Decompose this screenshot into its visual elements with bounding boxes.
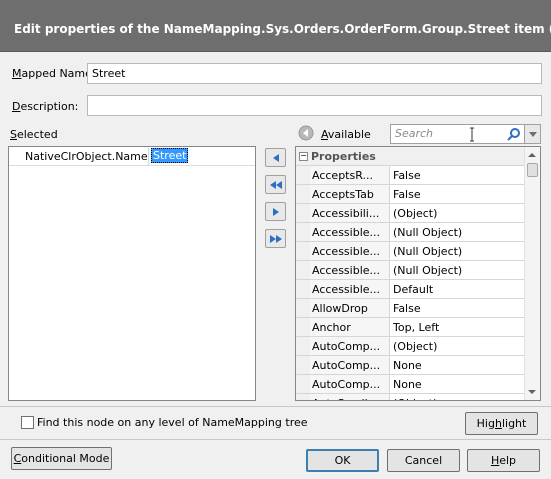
property-value: (Null Object) xyxy=(393,226,463,239)
mapped-name-label: Mapped Name: xyxy=(12,67,96,80)
find-node-label: Find this node on any level of NameMappi… xyxy=(37,416,308,429)
property-name: Accessible... xyxy=(310,280,390,298)
double-arrow-left-icon xyxy=(269,180,282,189)
available-properties-grid[interactable]: − Properties AcceptsR... False AcceptsTab F… xyxy=(295,146,541,401)
selected-row[interactable]: NativeClrObject.Name Street xyxy=(9,147,255,166)
selected-row-name: NativeClrObject.Name xyxy=(9,147,149,165)
row-gutter xyxy=(296,394,310,400)
property-value: (Object) xyxy=(390,394,525,400)
selected-list[interactable]: NativeClrObject.Name Street xyxy=(8,146,256,401)
property-name: AcceptsTab xyxy=(310,185,390,203)
property-value: False xyxy=(393,302,421,315)
property-value: Top, Left xyxy=(393,321,440,334)
property-row[interactable]: AutoComp... (Object) xyxy=(296,337,525,356)
cancel-button[interactable]: Cancel xyxy=(387,449,460,472)
move-all-right-button[interactable] xyxy=(265,229,286,248)
collapse-icon[interactable]: − xyxy=(299,151,308,161)
property-row[interactable]: Accessibili... (Object) xyxy=(296,204,525,223)
property-value: (Object) xyxy=(393,207,438,220)
row-gutter xyxy=(296,242,310,260)
row-gutter xyxy=(296,223,310,241)
dialog-title: Edit properties of the NameMapping.Sys.O… xyxy=(0,0,551,52)
help-button[interactable]: Help xyxy=(467,449,540,472)
available-label: Available xyxy=(321,128,371,141)
search-input[interactable]: Search xyxy=(390,124,525,144)
property-row[interactable]: AcceptsTab False xyxy=(296,185,525,204)
move-right-button[interactable] xyxy=(265,202,286,221)
row-gutter xyxy=(296,185,310,203)
property-row[interactable]: AutoScroll(Object) xyxy=(296,394,525,400)
property-name: AcceptsR... xyxy=(310,166,390,184)
property-value: (Object) xyxy=(393,340,438,353)
separator xyxy=(0,439,551,440)
property-name: AllowDrop xyxy=(310,299,390,317)
scroll-up-icon[interactable] xyxy=(528,153,536,157)
row-gutter xyxy=(296,166,310,184)
selected-label: Selected xyxy=(10,128,58,141)
back-icon[interactable] xyxy=(298,125,314,141)
property-name: AutoComp... xyxy=(310,375,390,393)
row-gutter xyxy=(296,261,310,279)
find-node-checkbox[interactable] xyxy=(21,416,34,429)
property-name: Accessibili... xyxy=(310,204,390,222)
arrow-right-icon xyxy=(272,207,279,216)
property-name: Accessible... xyxy=(310,223,390,241)
move-all-left-button[interactable] xyxy=(265,175,286,194)
property-row[interactable]: Accessible... (Null Object) xyxy=(296,242,525,261)
property-name: Accessible... xyxy=(310,242,390,260)
property-row[interactable]: AutoComp... None xyxy=(296,356,525,375)
description-label: Description: xyxy=(12,100,79,113)
property-value: (Null Object) xyxy=(393,264,463,277)
property-row[interactable]: Accessible... Default xyxy=(296,280,525,299)
description-input[interactable] xyxy=(87,95,542,116)
property-row[interactable]: Accessible... (Null Object) xyxy=(296,261,525,280)
arrow-left-icon xyxy=(272,153,279,162)
mapped-name-input[interactable]: Street xyxy=(87,63,542,84)
row-gutter xyxy=(296,375,310,393)
conditional-mode-button[interactable]: Conditional Mode xyxy=(11,447,112,470)
property-row[interactable]: AutoComp... None xyxy=(296,375,525,394)
row-gutter xyxy=(296,318,310,336)
property-name: Anchor xyxy=(310,318,390,336)
row-gutter xyxy=(296,204,310,222)
row-gutter xyxy=(296,356,310,374)
text-cursor-icon xyxy=(470,127,474,142)
property-name: AutoComp... xyxy=(310,356,390,374)
property-value: False xyxy=(393,169,421,182)
category-header[interactable]: − Properties xyxy=(296,147,525,166)
property-value: (Null Object) xyxy=(393,245,463,258)
property-value: False xyxy=(393,188,421,201)
property-row[interactable]: Accessible... (Null Object) xyxy=(296,223,525,242)
property-row[interactable]: AcceptsR... False xyxy=(296,166,525,185)
search-icon[interactable] xyxy=(507,128,520,141)
property-name: AutoScroll xyxy=(310,394,390,400)
separator xyxy=(0,406,551,407)
search-dropdown-button[interactable] xyxy=(525,124,541,144)
property-name: Accessible... xyxy=(310,261,390,279)
chevron-down-icon xyxy=(529,132,537,137)
row-gutter xyxy=(296,280,310,298)
search-placeholder: Search xyxy=(395,127,434,140)
row-gutter xyxy=(296,299,310,317)
category-label: Properties xyxy=(311,149,376,163)
property-value: None xyxy=(393,378,422,391)
move-left-button[interactable] xyxy=(265,148,286,167)
double-arrow-right-icon xyxy=(269,234,282,243)
property-row[interactable]: AllowDrop False xyxy=(296,299,525,318)
selected-row-value[interactable]: Street xyxy=(151,148,189,163)
property-value: None xyxy=(393,359,422,372)
property-value: Default xyxy=(393,283,434,296)
ok-button[interactable]: OK xyxy=(306,449,379,472)
scroll-thumb[interactable] xyxy=(527,163,538,177)
highlight-button[interactable]: Highlight xyxy=(465,412,538,435)
vertical-scrollbar[interactable] xyxy=(524,147,540,400)
property-row[interactable]: Anchor Top, Left xyxy=(296,318,525,337)
row-gutter xyxy=(296,337,310,355)
property-name: AutoComp... xyxy=(310,337,390,355)
scroll-down-icon[interactable] xyxy=(528,390,536,394)
